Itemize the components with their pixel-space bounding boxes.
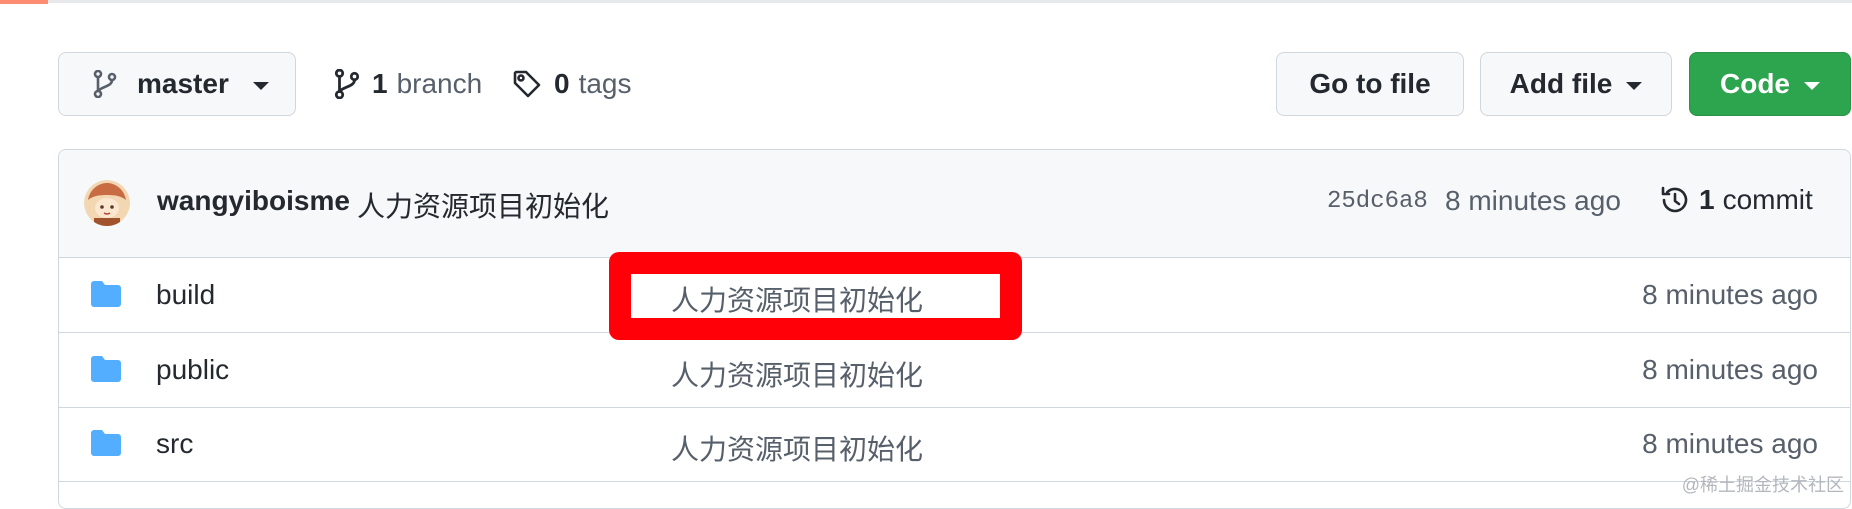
folder-icon [91, 281, 121, 307]
commit-count: 1 [1699, 184, 1715, 215]
tag-icon [512, 69, 542, 99]
annotation-highlight-box [609, 252, 1022, 340]
branches-count: 1 [372, 68, 388, 99]
branch-select-button[interactable]: master [58, 52, 296, 116]
folder-icon [91, 430, 121, 456]
go-to-file-button[interactable]: Go to file [1276, 52, 1464, 116]
file-time: 8 minutes ago [1642, 428, 1818, 459]
chevron-down-icon [1626, 81, 1643, 90]
top-divider [0, 0, 1852, 3]
commit-label: commit [1722, 184, 1813, 215]
tags-label: tags [578, 68, 632, 99]
commit-author[interactable]: wangyiboisme [157, 185, 350, 217]
branches-label: branch [396, 68, 483, 99]
file-name[interactable]: public [156, 354, 229, 386]
commit-message[interactable]: 人力资源项目初始化 [357, 185, 609, 225]
avatar[interactable] [84, 180, 130, 226]
code-button[interactable]: Code [1689, 52, 1851, 116]
code-label: Code [1720, 68, 1790, 99]
table-row: src 人力资源项目初始化 8 minutes ago [59, 407, 1850, 482]
commit-time: 8 minutes ago [1445, 185, 1621, 216]
tags-link[interactable]: 0 tags [512, 64, 632, 104]
commit-history-link[interactable]: 1 commit [1659, 180, 1813, 220]
branch-name: master [137, 68, 229, 99]
file-commit-message[interactable]: 人力资源项目初始化 [671, 354, 923, 394]
chevron-down-icon [1804, 81, 1820, 90]
file-name[interactable]: src [156, 428, 193, 460]
tags-count: 0 [554, 68, 570, 99]
commit-sha[interactable]: 25dc6a8 [1327, 188, 1428, 215]
git-branch-icon [93, 70, 117, 98]
add-file-button[interactable]: Add file [1480, 52, 1672, 116]
folder-icon [91, 356, 121, 382]
history-icon [1659, 184, 1691, 216]
chevron-down-icon [252, 81, 269, 90]
branches-link[interactable]: 1 branch [334, 64, 482, 104]
file-time: 8 minutes ago [1642, 279, 1818, 310]
active-tab-indicator [0, 0, 48, 4]
file-name[interactable]: build [156, 279, 215, 311]
latest-commit-bar: wangyiboisme 人力资源项目初始化 25dc6a8 8 minutes… [59, 150, 1850, 258]
git-branch-icon [334, 69, 360, 99]
add-file-label: Add file [1509, 68, 1613, 99]
go-to-file-label: Go to file [1309, 68, 1431, 99]
watermark: @稀土掘金技术社区 [1681, 475, 1844, 495]
file-commit-message[interactable]: 人力资源项目初始化 [671, 428, 923, 468]
file-time: 8 minutes ago [1642, 354, 1818, 385]
table-row: public 人力资源项目初始化 8 minutes ago [59, 333, 1850, 408]
